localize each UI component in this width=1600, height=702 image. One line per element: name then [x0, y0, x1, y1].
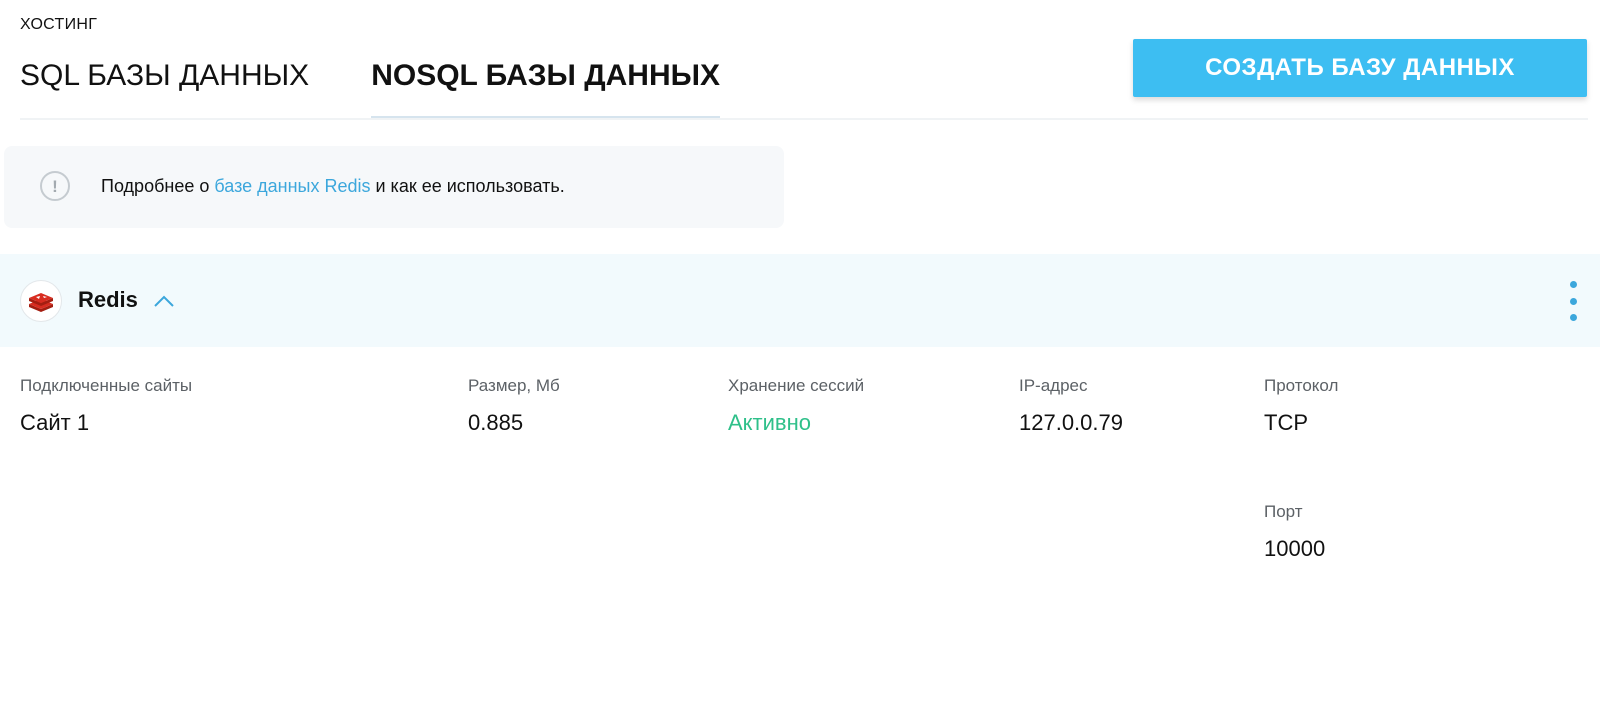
size-label: Размер, Мб — [468, 376, 560, 395]
session-storage-status: Активно — [728, 410, 811, 435]
ip-address-label: IP-адрес — [1019, 376, 1088, 395]
port-field: Порт 10000 — [1264, 502, 1325, 562]
tab-nosql-databases[interactable]: NOSQL БАЗЫ ДАННЫХ — [371, 56, 720, 118]
database-header: Redis — [0, 254, 1600, 347]
info-banner: ! Подробнее о базе данных Redis и как ее… — [4, 146, 784, 228]
exclamation-circle-icon: ! — [40, 171, 70, 201]
ip-address-field: IP-адрес 127.0.0.79 — [1019, 376, 1123, 436]
tab-sql-databases[interactable]: SQL БАЗЫ ДАННЫХ — [20, 56, 309, 118]
port-value: 10000 — [1264, 536, 1326, 561]
session-storage-field: Хранение сессий Активно — [728, 376, 864, 436]
database-name: Redis — [78, 287, 138, 312]
connected-sites-field: Подключенные сайты Сайт 1 — [20, 376, 192, 436]
size-field: Размер, Мб 0.885 — [468, 376, 560, 436]
connected-sites-label: Подключенные сайты — [20, 376, 193, 395]
create-database-button[interactable]: СОЗДАТЬ БАЗУ ДАННЫХ — [1133, 39, 1587, 97]
protocol-field: Протокол TCP — [1264, 376, 1338, 436]
redis-logo-icon — [20, 280, 62, 322]
tabs-divider — [20, 118, 1588, 120]
tab-bar: SQL БАЗЫ ДАННЫХ NOSQL БАЗЫ ДАННЫХ — [20, 56, 782, 118]
protocol-value: TCP — [1264, 410, 1308, 435]
protocol-label: Протокол — [1264, 376, 1339, 395]
chevron-up-icon[interactable] — [152, 292, 176, 310]
session-storage-label: Хранение сессий — [728, 376, 865, 395]
info-text-before: Подробнее о — [101, 176, 215, 196]
info-text-after: и как ее использовать. — [370, 176, 565, 196]
connected-sites-value: Сайт 1 — [20, 410, 90, 435]
size-value: 0.885 — [468, 410, 524, 435]
breadcrumb: ХОСТИНГ — [20, 16, 98, 33]
ip-address-value: 127.0.0.79 — [1019, 410, 1123, 435]
info-text: Подробнее о базе данных Redis и как ее и… — [101, 176, 565, 197]
redis-docs-link[interactable]: базе данных Redis — [214, 176, 370, 196]
kebab-menu-icon[interactable] — [1566, 281, 1580, 321]
port-label: Порт — [1264, 502, 1303, 521]
